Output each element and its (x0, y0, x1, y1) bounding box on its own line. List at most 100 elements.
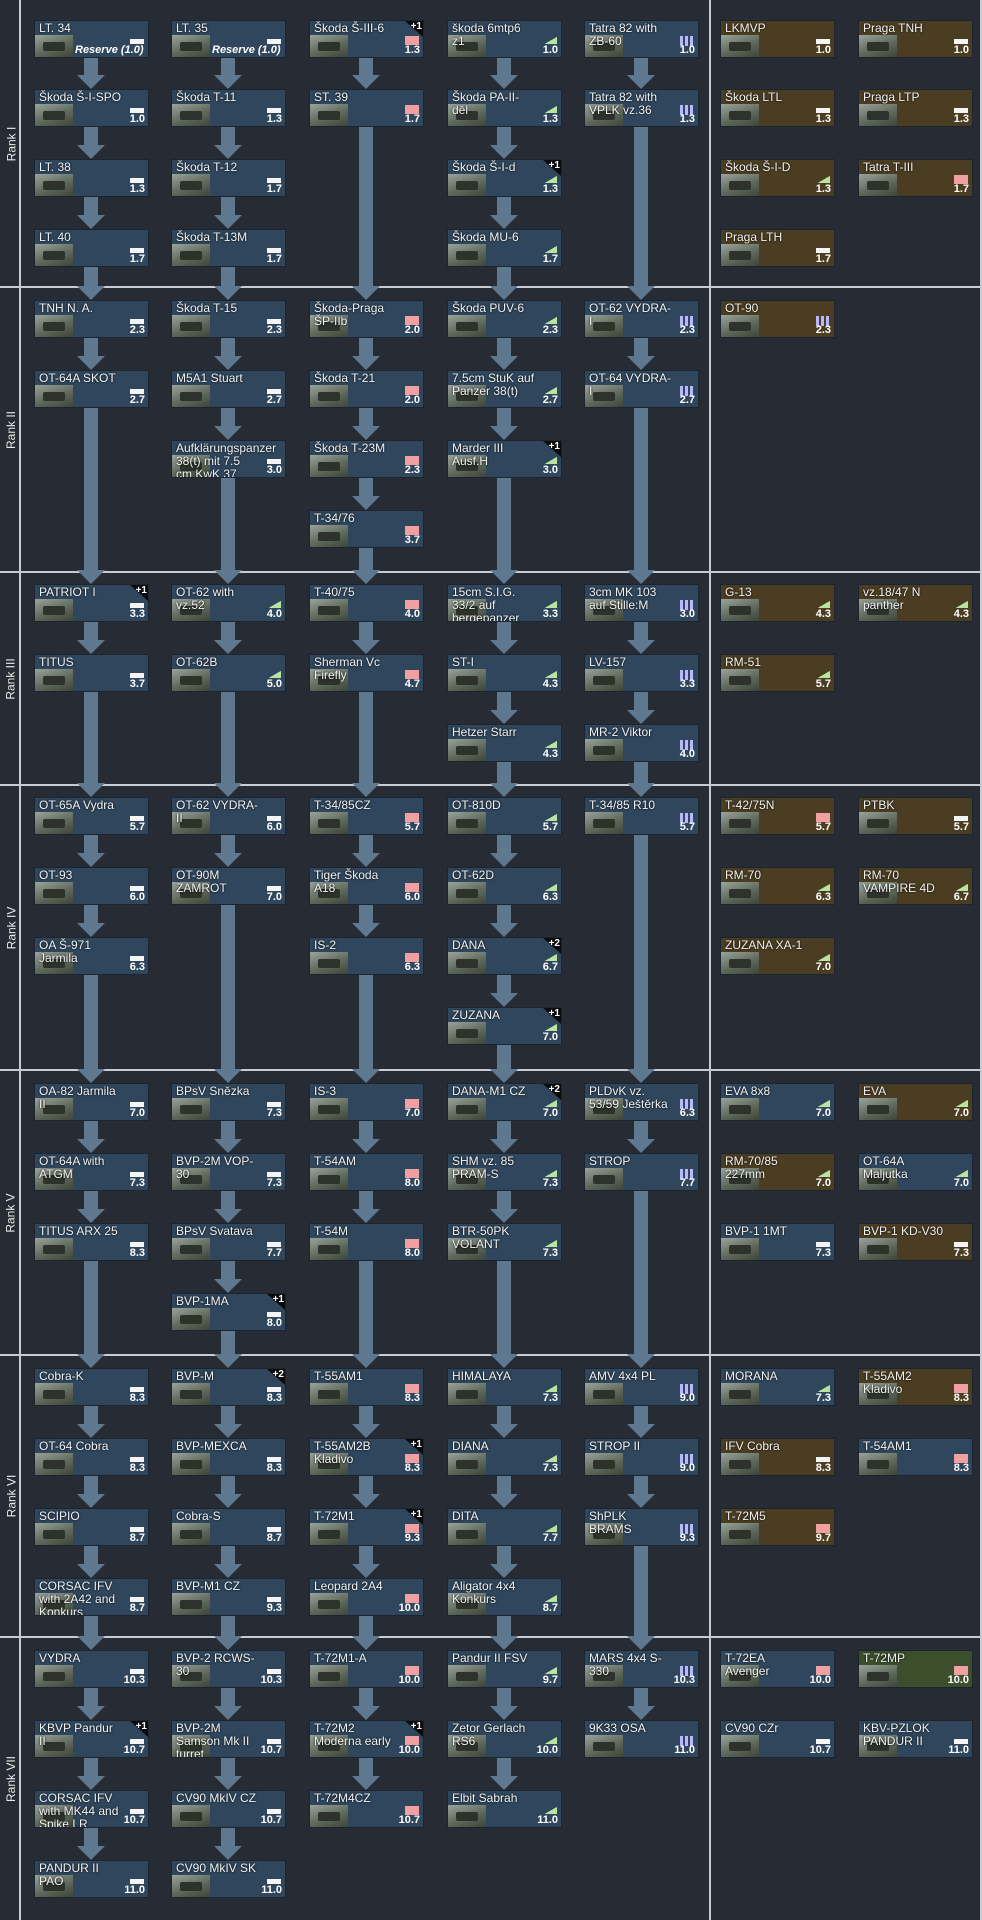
vehicle-card[interactable]: ST. 39 1.7 (309, 89, 424, 127)
vehicle-card[interactable]: IS-2 6.3 (309, 937, 424, 975)
vehicle-card[interactable]: TNH N. A. 2.3 (34, 300, 149, 338)
vehicle-card[interactable]: Elbit Sabrah 11.0 (447, 1790, 562, 1828)
vehicle-card[interactable]: OT-64A Maljutka 7.0 (858, 1153, 973, 1191)
vehicle-card[interactable]: RM-70 VAMPIRE 4D 6.7 (858, 867, 973, 905)
vehicle-card[interactable]: Aufklärungspanzer 38(t) mit 7.5 cm KwK 3… (171, 440, 286, 478)
vehicle-card[interactable]: BVP-1 1MT 7.3 (720, 1223, 835, 1261)
vehicle-card[interactable]: ZUZANA 7.0 +1 (447, 1007, 562, 1045)
vehicle-card[interactable]: OT-64 Cobra 8.3 (34, 1438, 149, 1476)
vehicle-card[interactable]: DANA-M1 CZ 7.0 +2 (447, 1083, 562, 1121)
vehicle-card[interactable]: T-54AM 8.0 (309, 1153, 424, 1191)
vehicle-card[interactable]: Leopard 2A4 10.0 (309, 1578, 424, 1616)
vehicle-card[interactable]: Škoda T-12 1.7 (171, 159, 286, 197)
vehicle-card[interactable]: Cobra-K 8.3 (34, 1368, 149, 1406)
vehicle-card[interactable]: Praga TNH 1.0 (858, 20, 973, 58)
vehicle-card[interactable]: CORSAC IFV with MK44 and Spike LR 10.7 (34, 1790, 149, 1828)
vehicle-card[interactable]: LT. 40 1.7 (34, 229, 149, 267)
vehicle-card[interactable]: Škoda T-15 2.3 (171, 300, 286, 338)
vehicle-card[interactable]: Škoda Š-III-6 1.3 +1 (309, 20, 424, 58)
vehicle-card[interactable]: SHM vz. 85 PRAM-S 7.3 (447, 1153, 562, 1191)
vehicle-card[interactable]: ST-I 4.3 (447, 654, 562, 692)
vehicle-card[interactable]: BPsV Svatava 7.7 (171, 1223, 286, 1261)
vehicle-card[interactable]: PANDUR II PAO 11.0 (34, 1860, 149, 1898)
vehicle-card[interactable]: Škoda T-23M 2.3 (309, 440, 424, 478)
vehicle-card[interactable]: T-72MP 10.0 (858, 1650, 973, 1688)
vehicle-card[interactable]: LKMVP 1.0 (720, 20, 835, 58)
vehicle-card[interactable]: OT-90 2.3 (720, 300, 835, 338)
vehicle-card[interactable]: Škoda PUV-6 2.3 (447, 300, 562, 338)
vehicle-card[interactable]: Škoda MU-6 1.7 (447, 229, 562, 267)
vehicle-card[interactable]: OT-65A Vydra 5.7 (34, 797, 149, 835)
vehicle-card[interactable]: BPsV Snězka 7.3 (171, 1083, 286, 1121)
vehicle-card[interactable]: LT. 34Reserve (1.0)1.0 (34, 20, 149, 58)
vehicle-card[interactable]: ZUZANA XA-1 7.0 (720, 937, 835, 975)
vehicle-card[interactable]: vz.18/47 N panther 4.3 (858, 584, 973, 622)
vehicle-card[interactable]: Škoda T-21 2.0 (309, 370, 424, 408)
vehicle-card[interactable]: CV90 CZr 10.7 (720, 1720, 835, 1758)
vehicle-card[interactable]: OT-64A SKOT 2.7 (34, 370, 149, 408)
vehicle-card[interactable]: MARS 4x4 S-330 10.3 (584, 1650, 699, 1688)
vehicle-card[interactable]: Škoda Š-I-D 1.3 (720, 159, 835, 197)
vehicle-card[interactable]: OT-90M ZAMROT 7.0 (171, 867, 286, 905)
vehicle-card[interactable]: Sherman Vc Firefly 4.7 (309, 654, 424, 692)
vehicle-card[interactable]: T-72M5 9.7 (720, 1508, 835, 1546)
vehicle-card[interactable]: Tatra T-III 1.7 (858, 159, 973, 197)
vehicle-card[interactable]: OT-810D 5.7 (447, 797, 562, 835)
vehicle-card[interactable]: BVP-2M Samson Mk II turret 10.7 (171, 1720, 286, 1758)
vehicle-card[interactable]: T-55AM1 8.3 (309, 1368, 424, 1406)
vehicle-card[interactable]: IS-3 7.0 (309, 1083, 424, 1121)
vehicle-card[interactable]: T-72M1-A 10.0 (309, 1650, 424, 1688)
vehicle-card[interactable]: EVA 8x8 7.0 (720, 1083, 835, 1121)
vehicle-card[interactable]: RM-70/85 227mm 7.0 (720, 1153, 835, 1191)
vehicle-card[interactable]: DITA 7.7 (447, 1508, 562, 1546)
vehicle-card[interactable]: Škoda LTL 1.3 (720, 89, 835, 127)
vehicle-card[interactable]: T-34/85CZ 5.7 (309, 797, 424, 835)
vehicle-card[interactable]: Pandur II FSV 9.7 (447, 1650, 562, 1688)
vehicle-card[interactable]: Tatra 82 with ZB-60 1.0 (584, 20, 699, 58)
vehicle-card[interactable]: OT-93 6.0 (34, 867, 149, 905)
vehicle-card[interactable]: T-72EA Avenger 10.0 (720, 1650, 835, 1688)
vehicle-card[interactable]: OT-64 VYDRA-I 2.7 (584, 370, 699, 408)
vehicle-card[interactable]: Aligator 4x4 Konkurs 8.7 (447, 1578, 562, 1616)
vehicle-card[interactable]: MORANA 7.3 (720, 1368, 835, 1406)
vehicle-card[interactable]: PLDvK vz. 53/59 Ještěrka 6.3 (584, 1083, 699, 1121)
vehicle-card[interactable]: RM-51 5.7 (720, 654, 835, 692)
vehicle-card[interactable]: DANA 6.7 +2 (447, 937, 562, 975)
vehicle-card[interactable]: T-72M1 9.3 +1 (309, 1508, 424, 1546)
vehicle-card[interactable]: M5A1 Stuart 2.7 (171, 370, 286, 408)
vehicle-card[interactable]: Škoda-Praga ŠP-IIb 2.0 (309, 300, 424, 338)
vehicle-card[interactable]: T-72M2 Moderna early 10.0 +1 (309, 1720, 424, 1758)
vehicle-card[interactable]: T-54M 8.0 (309, 1223, 424, 1261)
vehicle-card[interactable]: OT-62 with vz.52 4.0 (171, 584, 286, 622)
vehicle-card[interactable]: PATRIOT I 3.3 +1 (34, 584, 149, 622)
vehicle-card[interactable]: T-34/76 3.7 (309, 510, 424, 548)
vehicle-card[interactable]: Cobra-S 8.7 (171, 1508, 286, 1546)
vehicle-card[interactable]: LV-157 3.3 (584, 654, 699, 692)
vehicle-card[interactable]: škoda 6mtp6 z1 1.0 (447, 20, 562, 58)
vehicle-card[interactable]: BVP-M1 CZ 9.3 (171, 1578, 286, 1616)
vehicle-card[interactable]: STROP 7.7 (584, 1153, 699, 1191)
vehicle-card[interactable]: Škoda Š-I-SPO 1.0 (34, 89, 149, 127)
vehicle-card[interactable]: BVP-1 KD-V30 7.3 (858, 1223, 973, 1261)
vehicle-card[interactable]: CORSAC IFV with 2A42 and Konkurs 8.7 (34, 1578, 149, 1616)
vehicle-card[interactable]: BVP-2 RCWS-30 10.3 (171, 1650, 286, 1688)
vehicle-card[interactable]: Praga LTP 1.3 (858, 89, 973, 127)
vehicle-card[interactable]: KBVP Pandur II 10.7 +1 (34, 1720, 149, 1758)
vehicle-card[interactable]: CV90 MkIV CZ 10.7 (171, 1790, 286, 1828)
vehicle-card[interactable]: T-55AM2 Kladivo 8.3 (858, 1368, 973, 1406)
vehicle-card[interactable]: Tatra 82 with VPLK vz.36 1.3 (584, 89, 699, 127)
vehicle-card[interactable]: AMV 4x4 PL 9.0 (584, 1368, 699, 1406)
vehicle-card[interactable]: Tiger Škoda A18 6.0 (309, 867, 424, 905)
vehicle-card[interactable]: KBV-PZLOK PANDUR II 11.0 (858, 1720, 973, 1758)
vehicle-card[interactable]: T-40/75 4.0 (309, 584, 424, 622)
vehicle-card[interactable]: RM-70 6.3 (720, 867, 835, 905)
vehicle-card[interactable]: Škoda Š-I-d 1.3 +1 (447, 159, 562, 197)
vehicle-card[interactable]: T-72M4CZ 10.7 (309, 1790, 424, 1828)
vehicle-card[interactable]: Zetor Gerlach RS6 10.0 (447, 1720, 562, 1758)
vehicle-card[interactable]: VYDRA 10.3 (34, 1650, 149, 1688)
vehicle-card[interactable]: BVP-M 8.3 +2 (171, 1368, 286, 1406)
vehicle-card[interactable]: T-34/85 R10 5.7 (584, 797, 699, 835)
vehicle-card[interactable]: LT. 38 1.3 (34, 159, 149, 197)
vehicle-card[interactable]: OT-62 VYDRA-II 6.0 (171, 797, 286, 835)
vehicle-card[interactable]: G-13 4.3 (720, 584, 835, 622)
